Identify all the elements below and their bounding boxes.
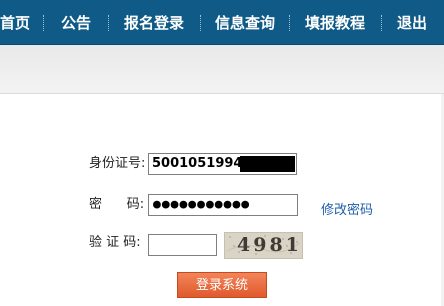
redaction-block xyxy=(240,156,295,172)
nav-item-announcement[interactable]: 公告 xyxy=(61,12,91,34)
captcha-input[interactable] xyxy=(148,234,217,256)
nav-separator xyxy=(200,15,201,31)
header-band xyxy=(0,45,444,94)
top-nav-bar: 首页 公告 报名登录 信息查询 填报教程 退出 xyxy=(0,0,444,45)
login-page: 首页 公告 报名登录 信息查询 填报教程 退出 身份证号: 5001051994… xyxy=(0,0,444,306)
nav-separator xyxy=(43,15,44,31)
nav-item-info-query[interactable]: 信息查询 xyxy=(215,12,275,34)
id-number-value: 50010519940 xyxy=(152,156,252,171)
nav-item-tutorial[interactable]: 填报教程 xyxy=(305,12,365,34)
password-value: ●●●●●●●●●●● xyxy=(153,197,251,212)
password-input[interactable]: ●●●●●●●●●●● xyxy=(148,194,298,216)
nav-item-login[interactable]: 报名登录 xyxy=(124,12,184,34)
password-label: 密 码: xyxy=(89,197,145,212)
captcha-text: 4981 xyxy=(237,234,302,256)
login-button[interactable]: 登录系统 xyxy=(177,272,267,298)
nav-item-home[interactable]: 首页 xyxy=(0,12,30,34)
captcha-image[interactable]: 4981 xyxy=(224,232,303,259)
nav-separator xyxy=(108,15,109,31)
nav-item-logout[interactable]: 退出 xyxy=(397,12,427,34)
change-password-link[interactable]: 修改密码 xyxy=(321,199,373,218)
nav-separator xyxy=(381,15,382,31)
id-number-label: 身份证号: xyxy=(89,156,146,171)
captcha-label: 验 证 码: xyxy=(89,235,141,250)
nav-separator xyxy=(289,15,290,31)
id-number-input[interactable]: 50010519940 xyxy=(148,153,297,175)
